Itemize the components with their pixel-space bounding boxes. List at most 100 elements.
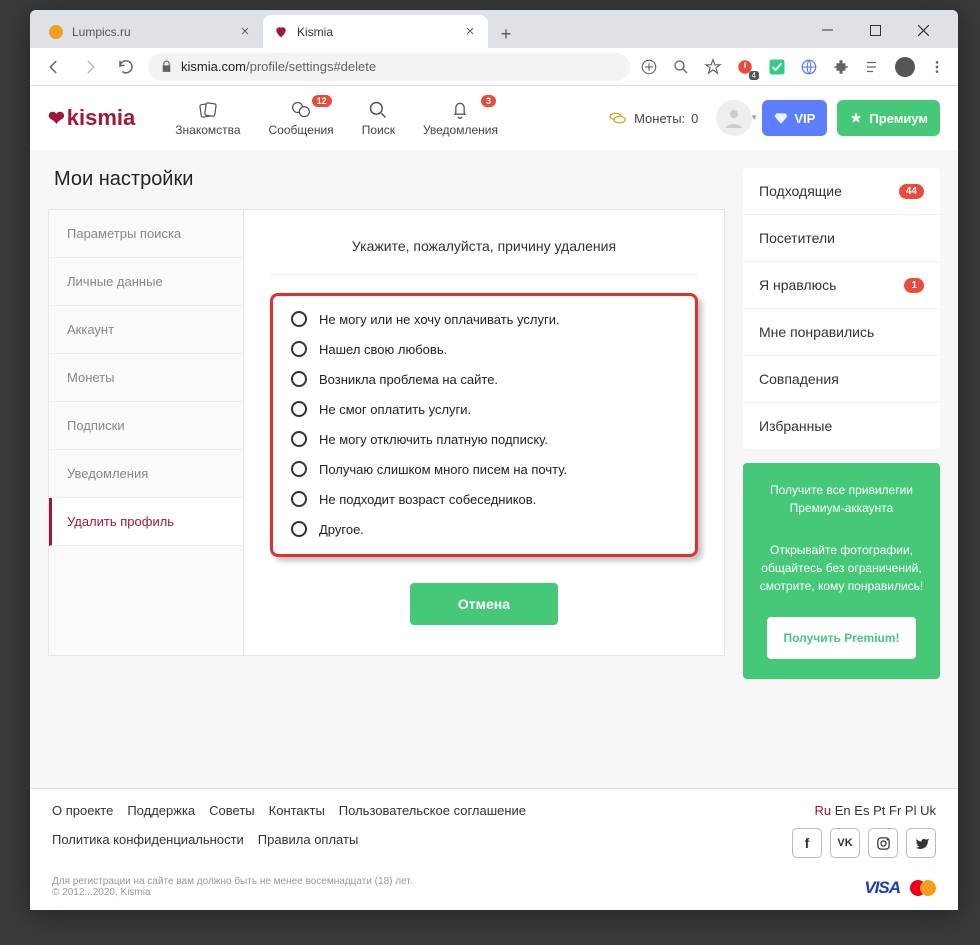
- footer-link[interactable]: Пользовательское соглашение: [339, 803, 526, 818]
- tab-bar: Lumpics.ru × Kismia × +: [30, 10, 958, 48]
- url-field[interactable]: kismia.com/profile/settings#delete: [148, 53, 630, 81]
- bookmark-icon[interactable]: [702, 56, 724, 78]
- extension-badge-icon[interactable]: 4: [734, 56, 756, 78]
- coins-display[interactable]: Монеты: 0: [608, 110, 698, 126]
- side-i-liked[interactable]: Мне понравились: [743, 309, 940, 356]
- coins-label: Монеты:: [634, 111, 685, 126]
- address-bar: kismia.com/profile/settings#delete 4: [30, 48, 958, 86]
- reason-option[interactable]: Не могу или не хочу оплачивать услуги.: [291, 304, 677, 334]
- extension-check-icon[interactable]: [766, 56, 788, 78]
- visa-logo: VISA: [864, 878, 900, 898]
- minimize-button[interactable]: [812, 20, 842, 40]
- side-matches[interactable]: Подходящие44: [743, 168, 940, 215]
- reason-option[interactable]: Не смог оплатить услуги.: [291, 394, 677, 424]
- lang-option[interactable]: Uk: [920, 803, 936, 818]
- vip-button[interactable]: VIP: [762, 100, 827, 136]
- search-icon: [367, 99, 389, 121]
- forward-button[interactable]: [76, 53, 104, 81]
- footer-link[interactable]: О проекте: [52, 803, 113, 818]
- settings-nav: Параметры поиска Личные данные Аккаунт М…: [49, 210, 244, 655]
- nav-personal-data[interactable]: Личные данные: [49, 258, 243, 306]
- reason-option[interactable]: Не могу отключить платную подписку.: [291, 424, 677, 454]
- lang-option[interactable]: Es: [854, 803, 869, 818]
- lang-option[interactable]: Fr: [889, 803, 901, 818]
- nav-coins[interactable]: Монеты: [49, 354, 243, 402]
- footer-link[interactable]: Политика конфиденциальности: [52, 832, 244, 847]
- side-visitors[interactable]: Посетители: [743, 215, 940, 262]
- globe-icon[interactable]: [798, 56, 820, 78]
- facebook-icon[interactable]: f: [792, 828, 822, 858]
- promo-text: Открывайте фотографии, общайтесь без огр…: [757, 541, 926, 595]
- lang-option[interactable]: Pl: [905, 803, 917, 818]
- lang-option[interactable]: En: [835, 803, 851, 818]
- nav-notifications[interactable]: Уведомления: [49, 450, 243, 498]
- coins-icon: [608, 110, 628, 126]
- footer-link[interactable]: Советы: [209, 803, 254, 818]
- nav-messages[interactable]: 12 Сообщения: [269, 99, 334, 137]
- site-footer: О проекте Поддержка Советы Контакты Поль…: [30, 788, 958, 910]
- new-tab-button[interactable]: +: [492, 20, 520, 48]
- nav-subscriptions[interactable]: Подписки: [49, 402, 243, 450]
- twitter-icon[interactable]: [906, 828, 936, 858]
- site-logo[interactable]: ❤kismia: [48, 105, 135, 131]
- reading-list-icon[interactable]: [862, 56, 884, 78]
- install-icon[interactable]: [638, 56, 660, 78]
- delete-reasons-group: Не могу или не хочу оплачивать услуги. Н…: [270, 293, 698, 557]
- site-header: ❤kismia Знакомства 12 Сообщения Поиск 3: [30, 86, 958, 150]
- lang-option[interactable]: Pt: [873, 803, 885, 818]
- reason-option[interactable]: Нашел свою любовь.: [291, 334, 677, 364]
- star-icon: [849, 111, 863, 125]
- nav-notifications[interactable]: 3 Уведомления: [423, 99, 498, 137]
- favicon-kismia: [273, 24, 289, 40]
- footer-link[interactable]: Поддержка: [127, 803, 195, 818]
- reason-option[interactable]: Получаю слишком много писем на почту.: [291, 454, 677, 484]
- radio-icon: [291, 341, 307, 357]
- user-avatar[interactable]: ▾: [716, 100, 752, 136]
- nav-account[interactable]: Аккаунт: [49, 306, 243, 354]
- back-button[interactable]: [40, 53, 68, 81]
- page-title: Мои настройки: [54, 168, 725, 191]
- side-mutual[interactable]: Совпадения: [743, 356, 940, 403]
- premium-button[interactable]: Премиум: [837, 100, 940, 136]
- reason-option[interactable]: Другое.: [291, 514, 677, 544]
- reason-option[interactable]: Возникла проблема на сайте.: [291, 364, 677, 394]
- side-favorites[interactable]: Избранные: [743, 403, 940, 449]
- language-selector: Ru En Es Pt Fr Pl Uk: [792, 803, 936, 818]
- nav-search-params[interactable]: Параметры поиска: [49, 210, 243, 258]
- nav-search[interactable]: Поиск: [362, 99, 395, 137]
- zoom-icon[interactable]: [670, 56, 692, 78]
- close-window-button[interactable]: [908, 20, 938, 40]
- instagram-icon[interactable]: [868, 828, 898, 858]
- heart-icon: ❤: [48, 106, 65, 131]
- tab-title: Kismia: [297, 25, 454, 39]
- lang-option[interactable]: Ru: [815, 803, 832, 818]
- side-likes-me[interactable]: Я нравлюсь1: [743, 262, 940, 309]
- favicon-lumpics: [48, 24, 64, 40]
- promo-title: Получите все привилегии Премиум-аккаунта: [757, 481, 926, 517]
- maximize-button[interactable]: [860, 20, 890, 40]
- menu-icon[interactable]: [926, 56, 948, 78]
- radio-icon: [291, 431, 307, 447]
- vk-icon[interactable]: VK: [830, 828, 860, 858]
- nav-label: Поиск: [362, 123, 395, 137]
- profile-avatar-icon[interactable]: [894, 56, 916, 78]
- nav-label: Знакомства: [175, 123, 240, 137]
- footer-link[interactable]: Правила оплаты: [258, 832, 359, 847]
- premium-promo: Получите все привилегии Премиум-аккаунта…: [743, 463, 940, 679]
- nav-dating[interactable]: Знакомства: [175, 99, 240, 137]
- tab-kismia[interactable]: Kismia ×: [263, 15, 488, 48]
- radio-icon: [291, 401, 307, 417]
- cancel-button[interactable]: Отмена: [410, 583, 558, 625]
- reload-button[interactable]: [112, 53, 140, 81]
- footer-link[interactable]: Контакты: [269, 803, 325, 818]
- close-icon[interactable]: ×: [462, 24, 478, 40]
- bell-icon: [449, 99, 471, 121]
- tab-lumpics[interactable]: Lumpics.ru ×: [38, 15, 263, 48]
- extensions-icon[interactable]: [830, 56, 852, 78]
- badge: 1: [904, 278, 924, 293]
- reason-option[interactable]: Не подходит возраст собеседников.: [291, 484, 677, 514]
- get-premium-button[interactable]: Получить Premium!: [767, 617, 915, 659]
- close-icon[interactable]: ×: [237, 24, 253, 40]
- radio-icon: [291, 521, 307, 537]
- nav-delete-profile[interactable]: Удалить профиль: [49, 498, 243, 546]
